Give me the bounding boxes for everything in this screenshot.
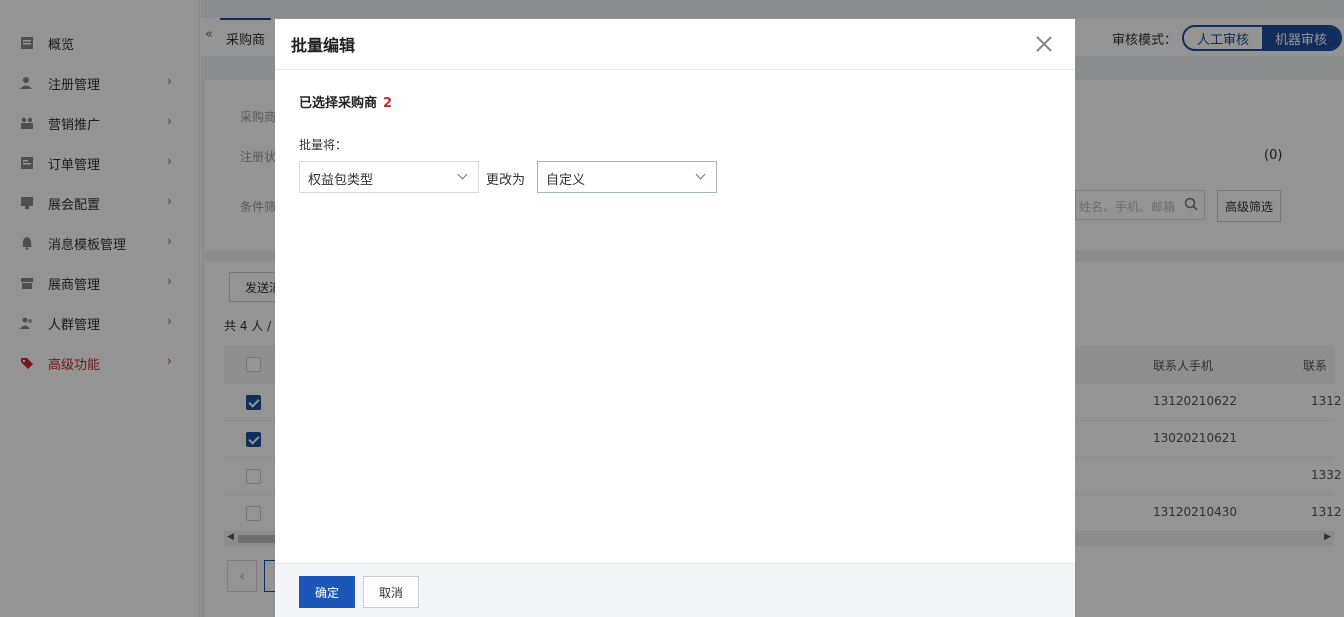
selected-summary: 已选择采购商 2 [299, 92, 392, 111]
chevron-down-icon [457, 169, 468, 180]
field-select[interactable]: 权益包类型 [299, 161, 479, 193]
value-select[interactable]: 自定义 [537, 161, 717, 193]
batch-label: 批量将： [299, 138, 348, 152]
batch-edit-modal: 批量编辑 已选择采购商 2 批量将： 权益包类型 更改为 自定义 确定 取消 [275, 19, 1075, 617]
change-to-label: 更改为 [486, 173, 526, 188]
modal-title: 批量编辑 [291, 36, 356, 55]
modal-header: 批量编辑 [275, 19, 1075, 70]
cancel-button[interactable]: 取消 [363, 576, 419, 608]
close-icon[interactable] [1033, 33, 1055, 55]
selected-label: 已选择采购商 [299, 96, 378, 111]
field-select-value: 权益包类型 [308, 173, 374, 188]
value-select-value: 自定义 [546, 173, 586, 188]
selected-count: 2 [383, 96, 393, 111]
modal-footer: 确定 取消 [275, 563, 1075, 617]
chevron-down-icon [695, 169, 706, 180]
confirm-button[interactable]: 确定 [299, 576, 355, 608]
